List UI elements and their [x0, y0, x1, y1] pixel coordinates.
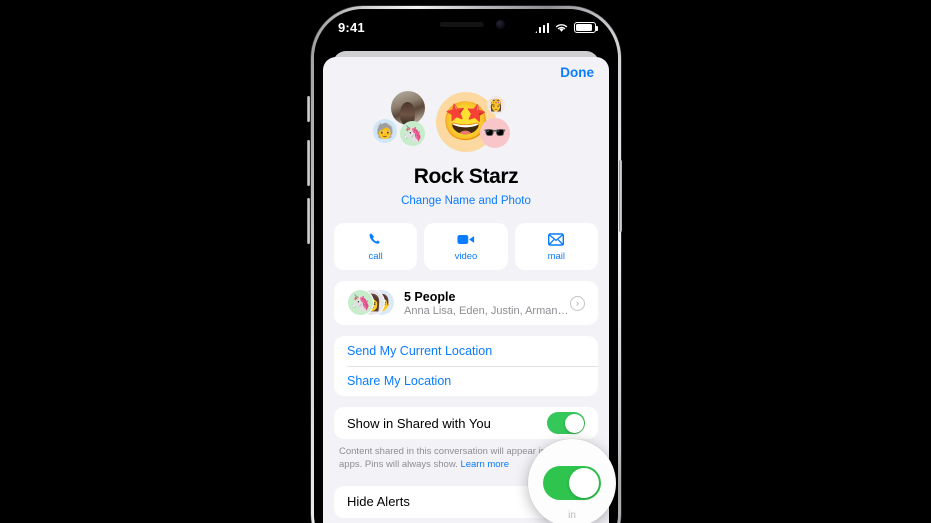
chevron-right-icon[interactable]: ›	[570, 295, 585, 311]
shared-with-you-card: Show in Shared with You	[334, 407, 598, 439]
done-button[interactable]: Done	[560, 65, 594, 80]
video-camera-icon	[457, 231, 475, 248]
hide-alerts-label: Hide Alerts	[347, 494, 410, 510]
show-in-shared-with-you-label: Show in Shared with You	[347, 415, 491, 431]
video-label: video	[454, 251, 478, 262]
quick-actions-row: call video mail	[323, 207, 609, 270]
send-current-location-row[interactable]: Send My Current Location	[334, 336, 598, 366]
power-button[interactable]	[619, 160, 622, 232]
people-card: 👨 👩 🦄 5 People Anna Lisa, Eden, Justin, …	[334, 281, 598, 325]
learn-more-link[interactable]: Learn more	[460, 459, 509, 470]
avatar-memoji-tiny-right: 👸	[487, 96, 505, 114]
magnifier-ghost-text: in	[568, 510, 576, 521]
status-icons	[534, 22, 599, 33]
magnified-toggle[interactable]	[543, 466, 601, 500]
people-row[interactable]: 👨 👩 🦄 5 People Anna Lisa, Eden, Justin, …	[334, 281, 598, 325]
people-avatar-1: 🦄	[347, 289, 374, 316]
show-in-shared-with-you-toggle[interactable]	[547, 412, 585, 434]
group-name-title: Rock Starz	[413, 165, 519, 188]
location-card: Send My Current Location Share My Locati…	[334, 336, 598, 396]
people-text: 5 People Anna Lisa, Eden, Justin, Arman…	[404, 290, 570, 317]
phone-icon	[368, 231, 383, 248]
avatar-memoji-green: 🦄	[400, 121, 425, 146]
magnifier-lens-overlay: in	[528, 439, 616, 523]
toggle-knob	[564, 413, 584, 433]
volume-up-button[interactable]	[307, 140, 310, 186]
avatar-memoji-blue: 🧓	[373, 119, 397, 143]
battery-icon	[574, 22, 599, 33]
status-time: 9:41	[338, 20, 365, 35]
show-in-shared-with-you-row[interactable]: Show in Shared with You	[334, 407, 598, 439]
envelope-icon	[548, 231, 565, 248]
screenshot-stage: 9:41 Done 🧓 🦄 🤩 👸 🕶️ Rock Starz Change N…	[0, 0, 931, 523]
front-camera-icon	[496, 20, 505, 29]
avatar-photo-left	[391, 91, 425, 125]
notch	[392, 9, 540, 39]
change-name-and-photo-link[interactable]: Change Name and Photo	[323, 195, 609, 207]
mute-switch-button[interactable]	[307, 96, 310, 122]
people-names-label: Anna Lisa, Eden, Justin, Arman…	[404, 304, 569, 317]
avatar-memoji-pink: 🕶️	[480, 118, 510, 148]
group-avatar-cluster[interactable]: 🧓 🦄 🤩 👸 🕶️	[323, 91, 609, 163]
sheet-header: Done	[323, 57, 609, 87]
earpiece-speaker-icon	[439, 22, 484, 27]
mail-button[interactable]: mail	[514, 223, 598, 270]
people-avatar-stack: 👨 👩 🦄	[347, 289, 395, 317]
mail-label: mail	[547, 251, 566, 262]
people-count-label: 5 People	[404, 289, 456, 304]
magnified-toggle-knob	[569, 468, 599, 498]
share-my-location-row[interactable]: Share My Location	[334, 366, 598, 396]
video-button[interactable]: video	[424, 223, 508, 270]
call-button[interactable]: call	[334, 223, 418, 270]
volume-down-button[interactable]	[307, 198, 310, 244]
call-label: call	[368, 251, 383, 262]
wifi-icon	[555, 24, 568, 32]
